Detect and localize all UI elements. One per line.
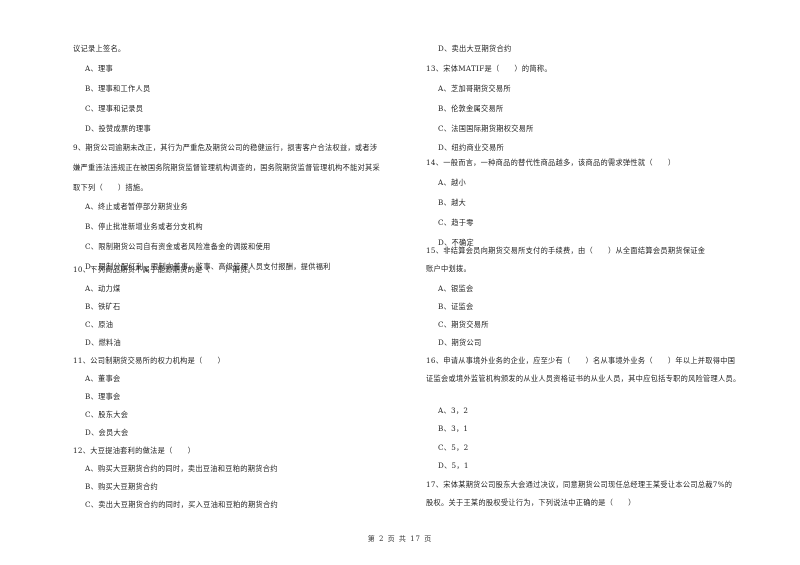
question-9-line-1: 9、期货公司逾期未改正，其行为严重危及期货公司的稳健运行，损害客户合法权益，或者… <box>73 143 378 152</box>
q12-option-a: A、购买大豆期货合约的同时，卖出豆油和豆粕的期货合约 <box>85 464 278 473</box>
q14-option-a: A、越小 <box>438 178 466 187</box>
q15-option-c: C、期货交易所 <box>438 320 489 329</box>
question-11: 11、公司制期货交易所的权力机构是（ ） <box>73 356 226 365</box>
question-9-line-3: 取下列（ ）措施。 <box>73 183 148 192</box>
q14-option-b: B、越大 <box>438 198 467 207</box>
q10-option-a: A、动力煤 <box>85 284 121 293</box>
q13-option-d: D、纽约商业交易所 <box>438 143 504 152</box>
q15-option-a: A、银监会 <box>438 284 474 293</box>
q9-option-b: B、停止批准新增业务或者分支机构 <box>85 222 203 231</box>
question-15-line-2: 账户中划拨。 <box>426 264 471 273</box>
q10-option-c: C、原油 <box>85 320 114 329</box>
q8-option-c: C、理事和记录员 <box>85 104 144 113</box>
page-number-footer: 第 2 页 共 17 页 <box>367 535 433 543</box>
question-12: 12、大豆提油套利的做法是（ ） <box>73 446 196 455</box>
q13-option-a: A、芝加哥期货交易所 <box>438 84 511 93</box>
q12-option-b: B、购买大豆期货合约 <box>85 482 158 491</box>
q12-option-c: C、卖出大豆期货合约的同时，买入豆油和豆粕的期货合约 <box>85 500 278 509</box>
q8-option-d: D、投赞成票的理事 <box>85 124 151 133</box>
q13-option-c: C、法国国际期货期权交易所 <box>438 124 534 133</box>
q10-option-b: B、铁矿石 <box>85 302 121 311</box>
q16-option-b: B、3，1 <box>438 424 469 433</box>
q9-option-a: A、终止或者暂停部分期货业务 <box>85 202 188 211</box>
q9-option-c: C、限制期货公司自有资金或者风险准备金的调拨和使用 <box>85 242 271 251</box>
q11-option-d: D、会员大会 <box>85 428 129 437</box>
q12-option-d: D、卖出大豆期货合约 <box>438 44 512 53</box>
question-9-line-2: 嫌严重违法违规正在被国务院期货监督管理机构调查的，国务院期货监督管理机构不能对其… <box>73 163 380 172</box>
q16-option-c: C、5，2 <box>438 443 469 452</box>
question-16-line-1: 16、申请从事境外业务的企业，应至少有（ ）名从事境外业务（ ）年以上并取得中国 <box>426 356 736 365</box>
q13-option-b: B、伦敦金属交易所 <box>438 104 504 113</box>
question-17-line-1: 17、宋体某期货公司股东大会通过决议，同意期货公司现任总经理王某受让本公司总裁7… <box>426 480 733 489</box>
q11-option-a: A、董事会 <box>85 374 121 383</box>
question-10: 10、下列商品期货不属于能源期货的是（ ）期货。 <box>73 265 255 274</box>
q16-option-a: A、3，2 <box>438 406 469 415</box>
question-16-line-2: 证监会或境外监管机构颁发的从业人员资格证书的从业人员，其中应包括专职的风险管理人… <box>426 374 741 383</box>
question-13: 13、宋体MATIF是（ ）的简称。 <box>426 64 552 73</box>
q8-option-b: B、理事和工作人员 <box>85 84 151 93</box>
question-15-line-1: 15、非结算会员向期货交易所支付的手续费，由（ ）从全面结算会员期货保证金 <box>426 246 706 255</box>
question-17-line-2: 股权。关于王某的股权受让行为，下列说法中正确的是（ ） <box>426 498 636 507</box>
q14-option-c: C、趋于零 <box>438 218 474 227</box>
q8-option-a: A、理事 <box>85 64 113 73</box>
q11-option-c: C、股东大会 <box>85 410 129 419</box>
q16-option-d: D、5，1 <box>438 461 469 470</box>
q15-option-d: D、期货公司 <box>438 338 482 347</box>
question-8-tail: 议记录上签名。 <box>73 44 126 53</box>
question-14: 14、一般而言，一种商品的替代性商品越多，该商品的需求弹性就（ ） <box>426 158 676 167</box>
q10-option-d: D、燃料油 <box>85 338 122 347</box>
q11-option-b: B、理事会 <box>85 392 121 401</box>
q15-option-b: B、证监会 <box>438 302 474 311</box>
